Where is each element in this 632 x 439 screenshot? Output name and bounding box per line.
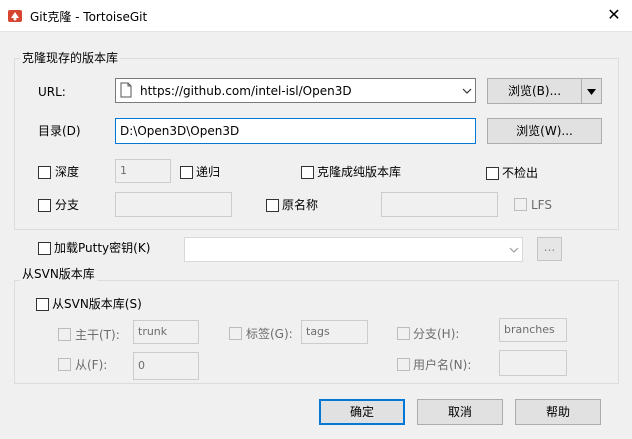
trunk-input[interactable]: trunk xyxy=(133,320,199,344)
origin-label: 原名称 xyxy=(282,198,319,212)
no-checkout-checkbox[interactable] xyxy=(486,167,499,180)
url-label: URL: xyxy=(38,85,66,99)
depth-checkbox[interactable] xyxy=(38,166,51,179)
username-checkbox[interactable] xyxy=(397,358,410,371)
help-button[interactable]: 帮助 xyxy=(515,399,601,425)
url-browse-label: 浏览(B)... xyxy=(507,84,562,98)
putty-label: 加载Putty密钥(K) xyxy=(54,241,151,255)
bare-label: 克隆成纯版本库 xyxy=(317,165,402,179)
chevron-down-icon[interactable] xyxy=(462,87,472,95)
depth-input[interactable]: 1 xyxy=(115,159,171,183)
chevron-down-icon[interactable] xyxy=(509,246,519,254)
origin-input[interactable] xyxy=(381,192,498,217)
url-browse-button[interactable]: 浏览(B)... xyxy=(487,78,582,104)
from-svn-label: 从SVN版本库(S) xyxy=(52,297,142,311)
dir-label: 目录(D) xyxy=(38,124,81,138)
url-browse-dropdown-button[interactable] xyxy=(581,78,602,104)
recursive-checkbox[interactable] xyxy=(180,166,193,179)
dir-input[interactable]: D:\Open3D\Open3D xyxy=(115,118,476,144)
branches-input[interactable]: branches xyxy=(499,318,567,342)
from-input[interactable]: 0 xyxy=(133,352,199,380)
tags-input[interactable]: tags xyxy=(301,320,368,344)
title-divider xyxy=(0,31,632,32)
ok-button[interactable]: 确定 xyxy=(319,399,405,425)
cancel-button[interactable]: 取消 xyxy=(417,399,503,425)
trunk-checkbox[interactable] xyxy=(58,328,71,341)
cancel-label: 取消 xyxy=(447,405,472,419)
tags-checkbox[interactable] xyxy=(229,327,242,340)
recursive-label: 递归 xyxy=(196,165,221,179)
lfs-checkbox[interactable] xyxy=(514,198,527,211)
dir-browse-label: 浏览(W)... xyxy=(516,124,573,138)
putty-browse-button[interactable]: ... xyxy=(537,237,562,261)
url-value: https://github.com/intel-isl/Open3D xyxy=(140,84,352,98)
putty-key-combobox[interactable] xyxy=(184,237,523,262)
window-title: Git克隆 - TortoiseGit xyxy=(30,10,148,24)
no-checkout-label: 不检出 xyxy=(502,166,539,180)
from-svn-checkbox[interactable] xyxy=(36,298,49,311)
dropdown-arrow-icon xyxy=(587,89,596,95)
branch-label: 分支 xyxy=(55,198,80,212)
tags-label: 标签(G): xyxy=(246,327,293,341)
close-icon[interactable]: ✕ xyxy=(596,0,632,31)
lfs-label: LFS xyxy=(531,198,552,212)
clone-group-title: 克隆现存的版本库 xyxy=(20,51,121,65)
username-input[interactable] xyxy=(499,350,567,376)
dir-value: D:\Open3D\Open3D xyxy=(120,124,240,138)
origin-checkbox[interactable] xyxy=(266,199,279,212)
trunk-label: 主干(T): xyxy=(75,328,120,342)
svn-group-title: 从SVN版本库 xyxy=(20,267,97,281)
tortoisegit-app-icon xyxy=(8,10,22,22)
dir-browse-button[interactable]: 浏览(W)... xyxy=(487,118,602,144)
from-checkbox[interactable] xyxy=(58,358,71,371)
username-label: 用户名(N): xyxy=(413,358,472,372)
branch-checkbox[interactable] xyxy=(38,199,51,212)
document-icon xyxy=(120,82,132,98)
bare-checkbox[interactable] xyxy=(301,166,314,179)
branches-checkbox[interactable] xyxy=(397,327,410,340)
putty-checkbox[interactable] xyxy=(38,242,51,255)
depth-label: 深度 xyxy=(55,165,80,179)
url-combobox[interactable]: https://github.com/intel-isl/Open3D xyxy=(115,78,476,103)
branch-input[interactable] xyxy=(115,192,232,217)
branches-label: 分支(H): xyxy=(413,327,460,341)
help-label: 帮助 xyxy=(545,405,570,419)
ok-label: 确定 xyxy=(349,405,374,419)
from-label: 从(F): xyxy=(75,358,108,372)
